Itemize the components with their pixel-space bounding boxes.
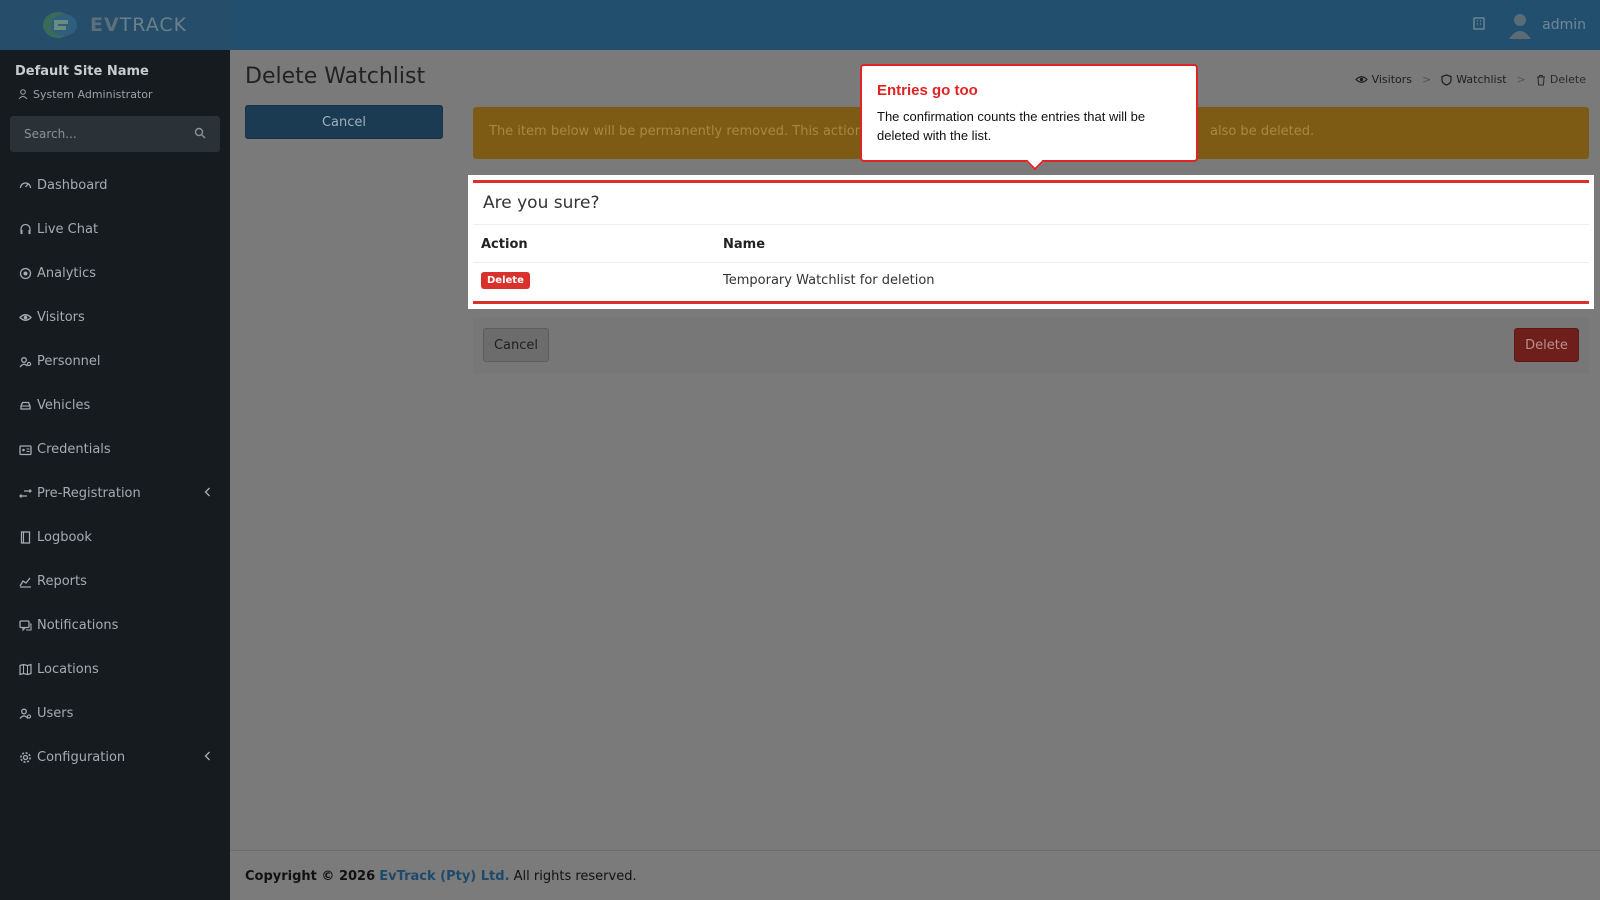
map-icon [19, 663, 32, 675]
table-row: Delete Temporary Watchlist for deletion [473, 263, 1589, 301]
sidebar-item-configuration[interactable]: Configuration [0, 735, 230, 779]
users-icon [19, 708, 32, 719]
book-icon [20, 530, 31, 544]
sidebar: Default Site Name System Administrator D… [0, 50, 230, 900]
column-header-name: Name [723, 237, 766, 252]
column-header-action: Action [481, 237, 528, 252]
rights-text: All rights reserved. [513, 869, 637, 884]
breadcrumb-separator: > [1422, 73, 1432, 86]
cancel-button[interactable]: Cancel [483, 328, 549, 362]
car-icon [20, 401, 31, 410]
gear-icon [20, 751, 31, 763]
search-icon[interactable] [194, 127, 206, 139]
breadcrumb-visitors[interactable]: Visitors [1372, 73, 1412, 86]
watchlist-name: Temporary Watchlist for deletion [723, 273, 935, 288]
sidebar-item-reports[interactable]: Reports [0, 559, 230, 603]
sidebar-item-notifications[interactable]: Notifications [0, 603, 230, 647]
sidebar-item-vehicles[interactable]: Vehicles [0, 383, 230, 427]
target-icon [19, 267, 32, 279]
breadcrumb-separator: > [1516, 73, 1526, 86]
chat-icon [19, 619, 32, 631]
eye-icon [1354, 76, 1368, 83]
main-content: Delete Watchlist Visitors > Watchlist > … [230, 50, 1600, 850]
sidebar-item-dashboard[interactable]: Dashboard [0, 163, 230, 207]
sidebar-item-visitors[interactable]: Visitors [0, 295, 230, 339]
page-footer: Copyright © 2026 EvTrack (Pty) Ltd. All … [230, 850, 1600, 900]
sidebar-nav: Dashboard Live Chat Analytics Visitors P… [0, 163, 230, 779]
confirm-panel: Are you sure? Action Name Delete Tempora… [473, 180, 1589, 304]
chevron-left-icon[interactable] [204, 751, 211, 761]
trash-icon [1536, 74, 1545, 86]
action-bar: Cancel Delete [473, 318, 1589, 374]
brand-logo[interactable]: EVTRACK [0, 0, 230, 50]
table-header: Action Name [473, 225, 1589, 263]
site-role: System Administrator [18, 88, 153, 101]
user-gear-icon [19, 356, 32, 367]
sidebar-item-live-chat[interactable]: Live Chat [0, 207, 230, 251]
callout-title: Entries go too [877, 82, 978, 99]
chart-icon [19, 577, 31, 588]
sidebar-item-pre-registration[interactable]: Pre-Registration [0, 471, 230, 515]
logo-text: EVTRACK [90, 14, 188, 36]
alert-text-left: The item below will be permanently remov… [489, 124, 899, 139]
arrows-icon [19, 488, 32, 498]
search-input[interactable] [10, 116, 180, 152]
eye-icon [19, 313, 32, 321]
top-navbar: EVTRACK admin [0, 0, 1600, 50]
callout-body: The confirmation counts the entries that… [877, 109, 1146, 143]
headset-icon [20, 223, 31, 234]
sidebar-item-credentials[interactable]: Credentials [0, 427, 230, 471]
breadcrumb-watchlist[interactable]: Watchlist [1456, 73, 1506, 86]
breadcrumb: Visitors > Watchlist > Delete [1354, 73, 1586, 86]
copyright-text: Copyright © 2026 [245, 869, 376, 884]
sidebar-item-logbook[interactable]: Logbook [0, 515, 230, 559]
chevron-left-icon[interactable] [204, 487, 211, 497]
sidebar-item-locations[interactable]: Locations [0, 647, 230, 691]
id-card-icon [19, 444, 32, 455]
breadcrumb-delete: Delete [1549, 73, 1586, 86]
logo-icon [40, 10, 84, 40]
user-icon [18, 89, 28, 100]
alert-text-right: also be deleted. [1210, 124, 1315, 139]
sidebar-search [10, 116, 220, 152]
user-menu[interactable]: admin [1508, 11, 1586, 39]
page-title: Delete Watchlist [245, 64, 426, 89]
delete-badge: Delete [481, 272, 530, 289]
delete-button[interactable]: Delete [1514, 328, 1579, 362]
username: admin [1542, 17, 1586, 33]
shield-icon [1441, 73, 1452, 86]
confirm-title: Are you sure? [473, 183, 1589, 225]
sidebar-item-users[interactable]: Users [0, 691, 230, 735]
cancel-button[interactable]: Cancel [245, 105, 443, 139]
dashboard-icon [19, 181, 32, 188]
site-name: Default Site Name [15, 64, 149, 79]
company-link[interactable]: EvTrack (Pty) Ltd. [379, 869, 509, 884]
sidebar-item-analytics[interactable]: Analytics [0, 251, 230, 295]
annotation-callout: Entries go too The confirmation counts t… [860, 64, 1198, 171]
avatar [1508, 11, 1532, 39]
sidebar-item-personnel[interactable]: Personnel [0, 339, 230, 383]
building-icon[interactable] [1472, 16, 1486, 34]
